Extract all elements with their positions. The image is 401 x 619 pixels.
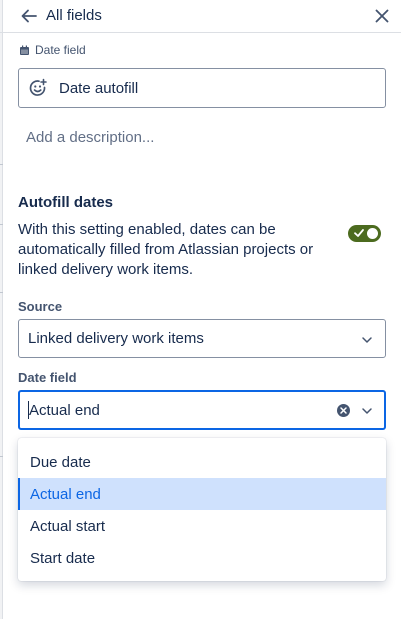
- close-button[interactable]: [372, 6, 392, 26]
- toggle-knob: [367, 228, 378, 239]
- arrow-left-icon: [21, 9, 37, 23]
- autofill-toggle[interactable]: [348, 225, 381, 242]
- check-icon: [354, 229, 364, 237]
- date-field-select[interactable]: Actual end: [18, 390, 386, 430]
- menu-option-actual-start[interactable]: Actual start: [18, 510, 386, 542]
- source-value: Linked delivery work items: [28, 330, 204, 347]
- autofill-description: With this setting enabled, dates can be …: [18, 221, 314, 278]
- field-name-value: Date autofill: [59, 79, 139, 97]
- clear-icon[interactable]: [336, 403, 351, 418]
- edge-divider: [0, 224, 3, 225]
- autofill-heading: Autofill dates: [18, 194, 114, 211]
- description-input[interactable]: Add a description...: [26, 129, 154, 146]
- back-link-label[interactable]: All fields: [46, 7, 102, 24]
- chevron-down-icon[interactable]: [361, 405, 373, 417]
- panel-header: All fields: [0, 0, 401, 33]
- date-field-label: Date field: [18, 370, 77, 385]
- smiley-icon: [29, 78, 47, 96]
- date-field-value[interactable]: Actual end: [29, 402, 100, 419]
- menu-option-start-date[interactable]: Start date: [18, 542, 386, 574]
- menu-option-actual-end[interactable]: Actual end: [18, 478, 386, 510]
- date-field-menu: Due date Actual end Actual start Start d…: [18, 438, 386, 581]
- calendar-icon: [20, 45, 29, 55]
- back-button[interactable]: [19, 6, 39, 26]
- chevron-down-icon: [362, 337, 372, 343]
- edge-divider: [0, 456, 3, 457]
- source-select[interactable]: Linked delivery work items: [18, 319, 386, 358]
- edge-divider: [0, 292, 3, 293]
- panel-left-edge: [0, 0, 3, 619]
- field-type-label: Date field: [35, 43, 86, 57]
- menu-option-due-date[interactable]: Due date: [18, 446, 386, 478]
- edge-divider: [0, 164, 3, 165]
- close-icon: [375, 9, 389, 23]
- field-name-input[interactable]: Date autofill: [18, 68, 386, 108]
- source-label: Source: [18, 299, 63, 314]
- emoji-picker-button[interactable]: [27, 77, 49, 99]
- field-type: Date field: [19, 42, 86, 58]
